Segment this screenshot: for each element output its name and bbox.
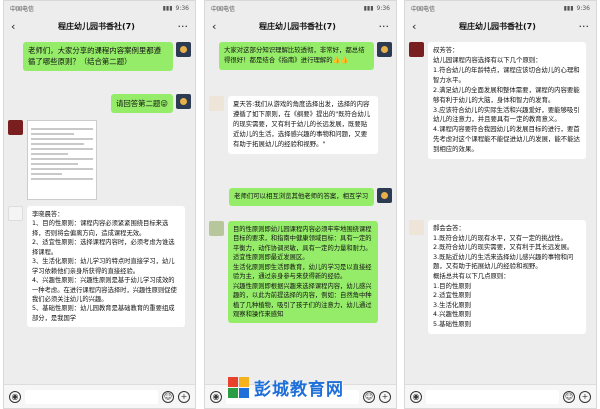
title-bar: ‹ 程庄幼儿园书香社(7) ··· xyxy=(4,15,195,37)
avatar[interactable] xyxy=(377,188,392,203)
carrier-label: 中国电信 xyxy=(411,5,436,13)
message-input[interactable] xyxy=(25,389,158,404)
message-incoming: 目的性原则即幼儿园课程内容必须牢牢地围绕课程目标的要求，和指南中健康领域目标：具… xyxy=(209,221,378,324)
message-outgoing: 老师们，大家分享的课程内容案例里都遵循了哪些原则？（结合第二题） xyxy=(21,42,191,72)
plus-icon[interactable]: + xyxy=(379,390,391,403)
time-label: 9:36 xyxy=(175,4,189,12)
time-label: 9:36 xyxy=(576,4,590,12)
emoji-icon[interactable]: ☺ xyxy=(162,390,174,403)
message-bubble[interactable]: 夏天答:我们从游戏的角度选择出发，选择的内容遵循了如下原则，在《纲要》提出的"既… xyxy=(228,96,378,154)
back-icon[interactable]: ‹ xyxy=(11,20,15,33)
message-incoming: 夏天答:我们从游戏的角度选择出发，选择的内容遵循了如下原则，在《纲要》提出的"既… xyxy=(209,96,378,154)
emoji-icon[interactable]: ☺ xyxy=(563,390,575,403)
signal-icon: ▮▮▮ xyxy=(563,4,574,12)
logo-icon xyxy=(228,376,250,399)
avatar[interactable] xyxy=(409,220,424,235)
message-list[interactable]: 老师们，大家分享的课程内容案例里都遵循了哪些原则？（结合第二题） 请回答第二题😜… xyxy=(4,38,195,384)
chat-screen-2: 中国电信 ▮▮▮ 9:36 ‹ 程庄幼儿园书香社(7) ··· 大家对这部分知识理… xyxy=(204,0,397,409)
message-input[interactable] xyxy=(426,389,559,404)
input-bar: ◉ ☺ + xyxy=(405,384,596,408)
message-incoming: 李晓晨答： 1、目的性原则：课程内容必须紧紧围绕目标来选择，否则将会偏离方向，造… xyxy=(8,206,185,328)
message-incoming xyxy=(8,120,97,200)
chat-title: 程庄幼儿园书香社(7) xyxy=(259,21,336,31)
message-bubble[interactable]: 大家对这部分知识理解比较透彻，非常好，都总结得很好！都是结合《指南》进行理解的👍… xyxy=(219,42,374,70)
voice-icon[interactable]: ◉ xyxy=(210,390,222,403)
watermark: 彭城教育网 xyxy=(228,375,344,400)
chat-title: 程庄幼儿园书香社(7) xyxy=(58,21,135,31)
message-bubble[interactable]: 郝会会答： 1.既符合幼儿的现有水平，又有一定的挑战性。 2.既符合幼儿的现实需… xyxy=(428,220,586,334)
emoji-icon[interactable]: ☺ xyxy=(363,390,375,403)
voice-icon[interactable]: ◉ xyxy=(410,390,422,403)
more-icon[interactable]: ··· xyxy=(578,20,589,33)
avatar[interactable] xyxy=(209,96,224,111)
message-bubble[interactable]: 老师们，大家分享的课程内容案例里都遵循了哪些原则？（结合第二题） xyxy=(23,42,173,72)
title-bar: ‹ 程庄幼儿园书香社(7) ··· xyxy=(405,15,596,37)
avatar[interactable] xyxy=(409,42,424,57)
avatar[interactable] xyxy=(209,221,224,236)
signal-icon: ▮▮▮ xyxy=(363,4,374,12)
status-bar: 中国电信 ▮▮▮ 9:36 xyxy=(4,1,195,15)
message-incoming: 叔芳答： 幼儿园课程内容选择有以下几个原则： 1.符合幼儿的年龄特点，课程应该切… xyxy=(409,42,586,160)
carrier-label: 中国电信 xyxy=(211,5,236,13)
plus-icon[interactable]: + xyxy=(178,390,190,403)
avatar[interactable] xyxy=(377,42,392,57)
watermark-text: 彭城教育网 xyxy=(254,380,344,400)
message-bubble[interactable]: 老师们可以相互浏览其他老师的答案，相互学习 xyxy=(229,188,374,206)
more-icon[interactable]: ··· xyxy=(177,20,188,33)
chat-screen-1: 中国电信 ▮▮▮ 9:36 ‹ 程庄幼儿园书香社(7) ··· 老师们，大家分享的… xyxy=(3,0,196,409)
time-label: 9:36 xyxy=(376,4,390,12)
avatar[interactable] xyxy=(8,120,23,135)
message-list[interactable]: 叔芳答： 幼儿园课程内容选择有以下几个原则： 1.符合幼儿的年龄特点，课程应该切… xyxy=(405,38,596,384)
message-bubble[interactable]: 目的性原则即幼儿园课程内容必须牢牢地围绕课程目标的要求，和指南中健康领域目标：具… xyxy=(228,221,378,324)
status-bar: 中国电信 ▮▮▮ 9:36 xyxy=(205,1,396,15)
plus-icon[interactable]: + xyxy=(579,390,591,403)
carrier-label: 中国电信 xyxy=(10,5,35,13)
signal-icon: ▮▮▮ xyxy=(162,4,173,12)
back-icon[interactable]: ‹ xyxy=(412,20,416,33)
chat-title: 程庄幼儿园书香社(7) xyxy=(459,21,536,31)
avatar[interactable] xyxy=(8,206,23,221)
avatar[interactable] xyxy=(176,42,191,57)
message-bubble[interactable]: 请回答第二题😜 xyxy=(110,94,173,114)
input-bar: ◉ ☺ + xyxy=(4,384,195,408)
status-bar: 中国电信 ▮▮▮ 9:36 xyxy=(405,1,596,15)
message-outgoing: 请回答第二题😜 xyxy=(21,94,191,114)
message-incoming: 郝会会答： 1.既符合幼儿的现有水平，又有一定的挑战性。 2.既符合幼儿的现实需… xyxy=(409,220,586,334)
message-bubble[interactable]: 叔芳答： 幼儿园课程内容选择有以下几个原则： 1.符合幼儿的年龄特点，课程应该切… xyxy=(428,42,586,160)
message-list[interactable]: 大家对这部分知识理解比较透彻，非常好，都总结得很好！都是结合《指南》进行理解的👍… xyxy=(205,38,396,384)
more-icon[interactable]: ··· xyxy=(378,20,389,33)
document-image[interactable] xyxy=(27,120,97,200)
voice-icon[interactable]: ◉ xyxy=(9,390,21,403)
message-outgoing: 大家对这部分知识理解比较透彻，非常好，都总结得很好！都是结合《指南》进行理解的👍… xyxy=(217,42,392,70)
title-bar: ‹ 程庄幼儿园书香社(7) ··· xyxy=(205,15,396,37)
message-bubble[interactable]: 李晓晨答： 1、目的性原则：课程内容必须紧紧围绕目标来选择，否则将会偏离方向，造… xyxy=(27,206,185,328)
chat-screen-3: 中国电信 ▮▮▮ 9:36 ‹ 程庄幼儿园书香社(7) ··· 叔芳答： 幼儿园课… xyxy=(404,0,597,409)
avatar[interactable] xyxy=(176,94,191,109)
message-outgoing: 老师们可以相互浏览其他老师的答案，相互学习 xyxy=(217,188,392,206)
back-icon[interactable]: ‹ xyxy=(212,20,216,33)
